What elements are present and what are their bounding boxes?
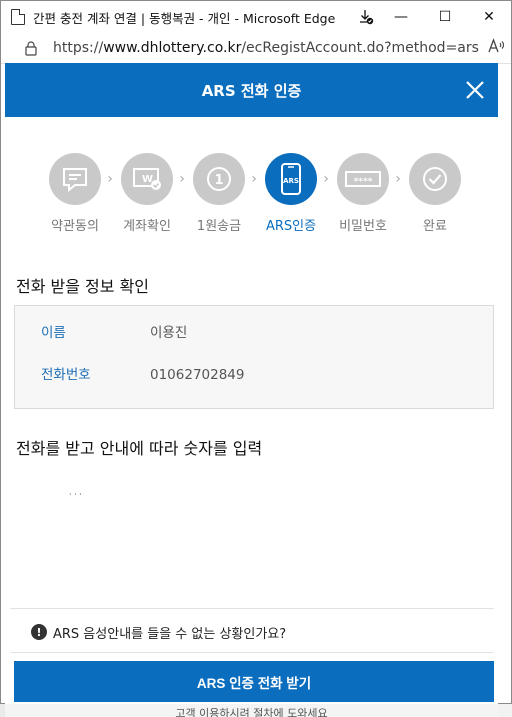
info-row-phone: 전화번호 01062702849 xyxy=(15,364,495,386)
close-icon[interactable] xyxy=(460,75,490,105)
input-section-title: 전화를 받고 안내에 따라 숫자를 입력 xyxy=(16,439,263,458)
phone-value: 01062702849 xyxy=(150,367,245,383)
info-box: 이름 이용진 전화번호 01062702849 xyxy=(14,305,494,409)
url-scheme: https:// xyxy=(53,40,104,56)
phone-label: 전화번호 xyxy=(41,367,91,383)
ars-icon-text: ARS xyxy=(283,177,299,185)
help-text: ARS 음성안내를 들을 수 없는 상황인가요? xyxy=(53,626,287,642)
step-terms: 약관동의 xyxy=(38,153,112,234)
title-bar: 간편 충전 계좌 연결 | 동행복권 - 개인 - Microsoft Edge… xyxy=(1,1,511,33)
step-label: 1원송금 xyxy=(196,219,242,234)
background-bottom-text: 고객 이용하시려 절차에 도와세요 xyxy=(175,707,328,717)
step-ars: ARS ARS인증 xyxy=(254,153,328,234)
step-progress: 약관동의 › W 계좌확인 › 1 1원송금 › ARS ARS인증 › ***… xyxy=(5,153,498,234)
step-one-won: 1 1원송금 xyxy=(182,153,256,234)
password-icon: **** xyxy=(337,153,389,205)
read-aloud-icon[interactable] xyxy=(481,38,511,58)
maximize-button[interactable]: ☐ xyxy=(423,1,467,33)
step-label: 비밀번호 xyxy=(339,219,387,234)
url-text[interactable]: https://www.dhlottery.co.kr/ecRegistAcco… xyxy=(53,40,481,56)
minimize-button[interactable]: — xyxy=(379,1,423,33)
ars-call-button[interactable]: ARS 인증 전화 받기 xyxy=(14,661,494,702)
divider xyxy=(10,608,494,609)
step-label: 완료 xyxy=(423,219,447,234)
step-label: 약관동의 xyxy=(51,219,99,234)
divider xyxy=(10,652,494,653)
step-password: **** 비밀번호 xyxy=(326,153,400,234)
step-label: 계좌확인 xyxy=(123,219,171,234)
one-won-icon: 1 xyxy=(193,153,245,205)
step-label: ARS인증 xyxy=(265,219,317,234)
address-bar[interactable]: https://www.dhlottery.co.kr/ecRegistAcco… xyxy=(1,33,511,64)
download-icon[interactable] xyxy=(353,1,379,33)
info-section-title: 전화 받을 정보 확인 xyxy=(16,277,150,296)
url-host: www.dhlottery.co.kr xyxy=(103,40,242,56)
step-complete: 완료 xyxy=(398,153,472,234)
url-path: /ecRegistAccount.do?method=ars xyxy=(241,40,479,56)
name-label: 이름 xyxy=(41,325,66,341)
step-account-check: W 계좌확인 xyxy=(110,153,184,234)
background-page-bottom: 고객 이용하시려 절차에 도와세요 xyxy=(5,704,498,717)
lock-icon[interactable] xyxy=(23,40,39,56)
complete-icon xyxy=(409,153,461,205)
terms-icon xyxy=(49,153,101,205)
one-won-icon-text: 1 xyxy=(214,173,223,188)
ars-phone-icon: ARS xyxy=(265,153,317,205)
modal-body: 약관동의 › W 계좌확인 › 1 1원송금 › ARS ARS인증 › ***… xyxy=(5,117,498,704)
modal-title: ARS 전화 인증 xyxy=(201,81,302,100)
name-value: 이용진 xyxy=(150,325,188,341)
modal-header: ARS 전화 인증 xyxy=(5,63,498,117)
window-title: 간편 충전 계좌 연결 | 동행복권 - 개인 - Microsoft Edge xyxy=(33,10,336,26)
digit-progress-dots: · · · xyxy=(69,490,82,499)
close-window-button[interactable]: ✕ xyxy=(467,1,511,33)
exclamation-icon: ! xyxy=(31,624,47,640)
info-row-name: 이름 이용진 xyxy=(15,322,495,344)
account-check-icon: W xyxy=(121,153,173,205)
page-icon xyxy=(11,9,25,25)
help-link[interactable]: ! ARS 음성안내를 들을 수 없는 상황인가요? xyxy=(31,622,286,642)
password-icon-text: **** xyxy=(354,177,373,187)
